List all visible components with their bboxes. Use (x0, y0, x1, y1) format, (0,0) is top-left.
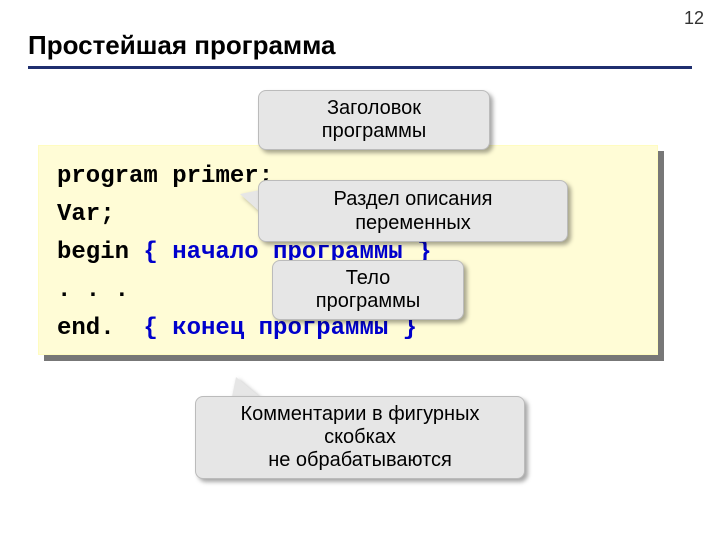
callout-header: Заголовок программы (258, 90, 490, 150)
spacer (115, 315, 144, 342)
kw-begin: begin (57, 239, 129, 266)
callout-tail-vardecl (240, 190, 260, 212)
title-rule (28, 66, 692, 69)
callout-comments: Комментарии в фигурных скобках не обраба… (195, 396, 525, 479)
code-text: primer; (158, 163, 273, 190)
callout-vardecl: Раздел описания переменных (258, 180, 568, 242)
page-title: Простейшая программа (28, 30, 336, 61)
callout-comments-line1: Комментарии в фигурных скобках (214, 403, 506, 449)
code-box: program primer; Var; begin { начало прог… (38, 145, 658, 355)
page-number: 12 (684, 8, 704, 29)
callout-tail-comments (232, 377, 260, 397)
kw-end: end. (57, 315, 115, 342)
callout-comments-line2: не обрабатываются (214, 449, 506, 472)
callout-body: Тело программы (272, 260, 464, 320)
kw-program: program (57, 163, 158, 190)
